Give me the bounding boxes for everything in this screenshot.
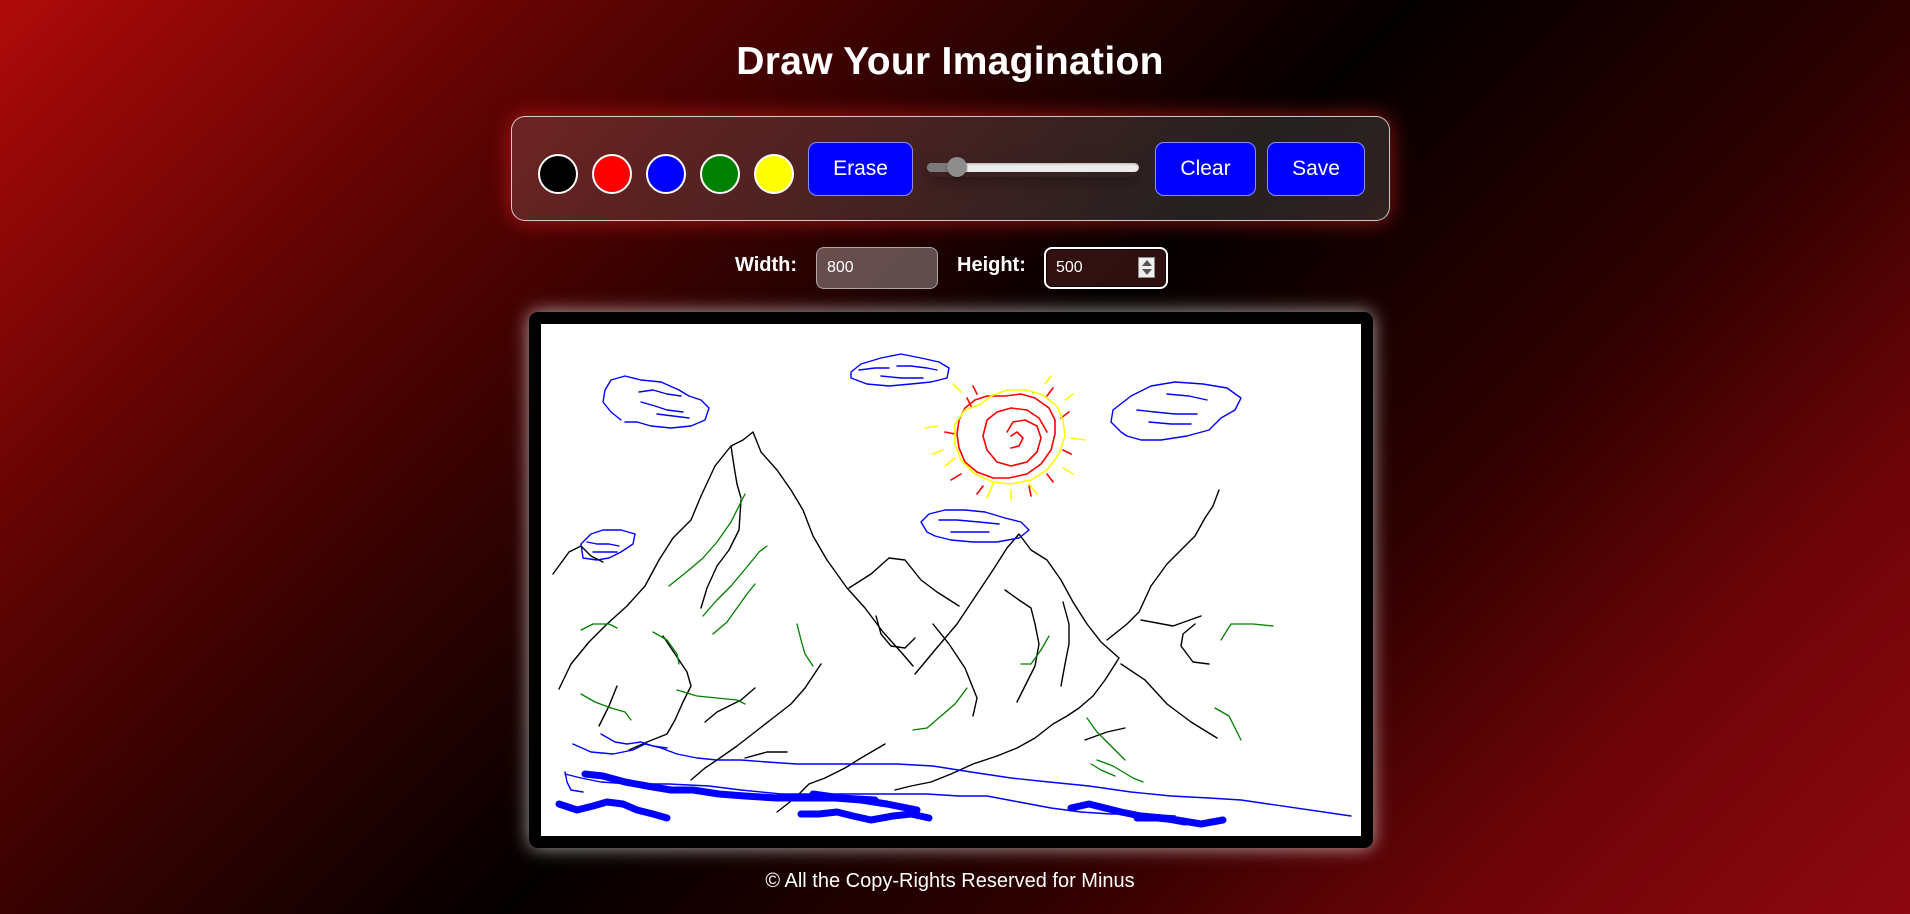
toolbar: Erase Clear Save bbox=[511, 116, 1390, 221]
page-title: Draw Your Imagination bbox=[736, 40, 1164, 83]
canvas-frame bbox=[529, 312, 1373, 848]
brush-size-slider[interactable] bbox=[927, 157, 1139, 177]
width-input[interactable] bbox=[816, 247, 938, 289]
stepper-down-icon[interactable] bbox=[1142, 269, 1152, 275]
water-thick-strokes bbox=[555, 770, 1227, 828]
footer-copyright: © All the Copy-Rights Reserved for Minus bbox=[765, 870, 1135, 892]
erase-button[interactable]: Erase bbox=[808, 142, 913, 196]
slider-thumb[interactable] bbox=[947, 157, 967, 177]
color-swatch-blue[interactable] bbox=[646, 154, 686, 194]
save-button[interactable]: Save bbox=[1267, 142, 1365, 196]
drawing-canvas[interactable] bbox=[541, 324, 1361, 836]
width-label: Width: bbox=[735, 254, 798, 276]
color-swatch-red[interactable] bbox=[592, 154, 632, 194]
color-swatch-yellow[interactable] bbox=[754, 154, 794, 194]
height-stepper[interactable] bbox=[1138, 257, 1155, 278]
height-label: Height: bbox=[957, 254, 1026, 276]
sun-drawing bbox=[924, 375, 1086, 501]
color-swatch-black[interactable] bbox=[538, 154, 578, 194]
grass-strokes bbox=[580, 493, 1274, 783]
color-swatch-green[interactable] bbox=[700, 154, 740, 194]
stepper-up-icon[interactable] bbox=[1142, 260, 1152, 266]
clear-button[interactable]: Clear bbox=[1155, 142, 1256, 196]
